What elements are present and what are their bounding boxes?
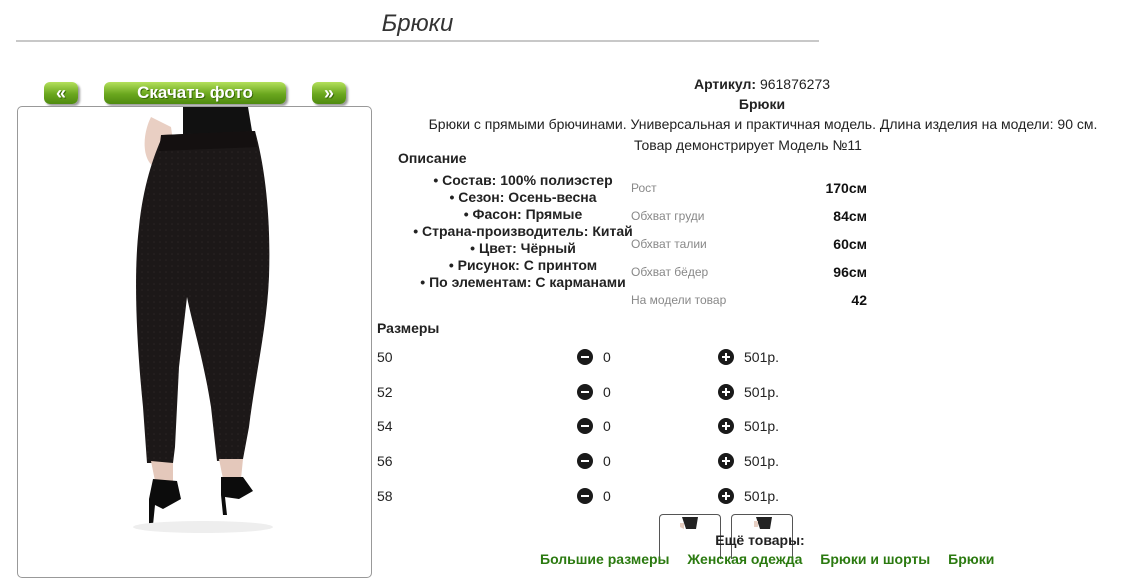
description-heading: Описание	[398, 150, 467, 166]
more-link[interactable]: Женская одежда	[687, 551, 802, 567]
size-row: 52 0 501р.	[377, 382, 797, 402]
plus-circle-icon[interactable]	[718, 418, 734, 434]
size-number: 58	[377, 488, 393, 504]
size-number: 50	[377, 349, 393, 365]
size-number: 52	[377, 384, 393, 400]
minus-circle-icon[interactable]	[577, 384, 593, 400]
plus-circle-icon[interactable]	[718, 349, 734, 365]
sizes-heading: Размеры	[377, 320, 440, 336]
minus-circle-icon[interactable]	[577, 349, 593, 365]
minus-circle-icon[interactable]	[577, 453, 593, 469]
size-price: 501р.	[744, 349, 780, 365]
page-title: Брюки	[16, 8, 819, 42]
sku-value: 961876273	[759, 76, 831, 92]
size-number: 54	[377, 418, 393, 434]
measurement-row: Обхват груди 84см	[631, 206, 867, 226]
plus-circle-icon[interactable]	[718, 488, 734, 504]
size-price: 501р.	[744, 418, 780, 434]
measurement-label: Обхват груди	[631, 209, 705, 223]
prev-photo-button[interactable]: «	[44, 82, 78, 104]
size-quantity: 0	[603, 384, 611, 400]
sku: Артикул: 961876273	[632, 76, 892, 92]
next-photo-button[interactable]: »	[312, 82, 346, 104]
plus-circle-icon[interactable]	[718, 453, 734, 469]
size-row: 58 0 501р.	[377, 486, 797, 506]
size-row: 54 0 501р.	[377, 416, 797, 436]
measurement-value: 60см	[833, 236, 867, 252]
size-row: 56 0 501р.	[377, 451, 797, 471]
size-quantity: 0	[603, 453, 611, 469]
feature-item: Сезон: Осень-весна	[378, 189, 668, 206]
size-price: 501р.	[744, 453, 780, 469]
size-number: 56	[377, 453, 393, 469]
measurement-row: На модели товар 42	[631, 290, 867, 310]
size-quantity: 0	[603, 349, 611, 365]
measurement-row: Обхват талии 60см	[631, 234, 867, 254]
more-products-heading: Ещё товары:	[715, 532, 805, 548]
measurement-value: 42	[851, 292, 867, 308]
feature-item: По элементам: С карманами	[378, 274, 668, 291]
more-products-links: Большие размеры Женская одежда Брюки и ш…	[540, 551, 1008, 567]
size-price: 501р.	[744, 384, 780, 400]
size-price: 501р.	[744, 488, 780, 504]
minus-circle-icon[interactable]	[577, 488, 593, 504]
feature-list: Состав: 100% полиэстер Сезон: Осень-весн…	[378, 172, 668, 291]
measurement-label: На модели товар	[631, 293, 727, 307]
product-name: Брюки	[738, 96, 786, 112]
more-link[interactable]: Большие размеры	[540, 551, 670, 567]
model-line: Товар демонстрирует Модель №11	[634, 137, 862, 153]
measurement-value: 84см	[833, 208, 867, 224]
measurement-value: 96см	[833, 264, 867, 280]
plus-circle-icon[interactable]	[718, 384, 734, 400]
size-quantity: 0	[603, 418, 611, 434]
product-description: Брюки с прямыми брючинами. Универсальная…	[428, 116, 1098, 132]
size-quantity: 0	[603, 488, 611, 504]
minus-circle-icon[interactable]	[577, 418, 593, 434]
measurement-row: Рост 170см	[631, 178, 867, 198]
feature-item: Страна-производитель: Китай	[378, 223, 668, 240]
feature-item: Фасон: Прямые	[378, 206, 668, 223]
download-photo-button[interactable]: Скачать фото	[104, 82, 286, 104]
feature-item: Состав: 100% полиэстер	[378, 172, 668, 189]
more-link[interactable]: Брюки	[948, 551, 994, 567]
measurement-label: Рост	[631, 181, 657, 195]
more-link[interactable]: Брюки и шорты	[820, 551, 930, 567]
measurement-label: Обхват талии	[631, 237, 707, 251]
size-row: 50 0 501р.	[377, 347, 797, 367]
feature-item: Цвет: Чёрный	[378, 240, 668, 257]
trousers-illustration	[133, 107, 273, 533]
measurement-label: Обхват бёдер	[631, 265, 709, 279]
measurement-value: 170см	[825, 180, 867, 196]
product-photo[interactable]	[17, 106, 372, 578]
measurement-row: Обхват бёдер 96см	[631, 262, 867, 282]
feature-item: Рисунок: С принтом	[378, 257, 668, 274]
sku-label: Артикул:	[693, 76, 757, 92]
